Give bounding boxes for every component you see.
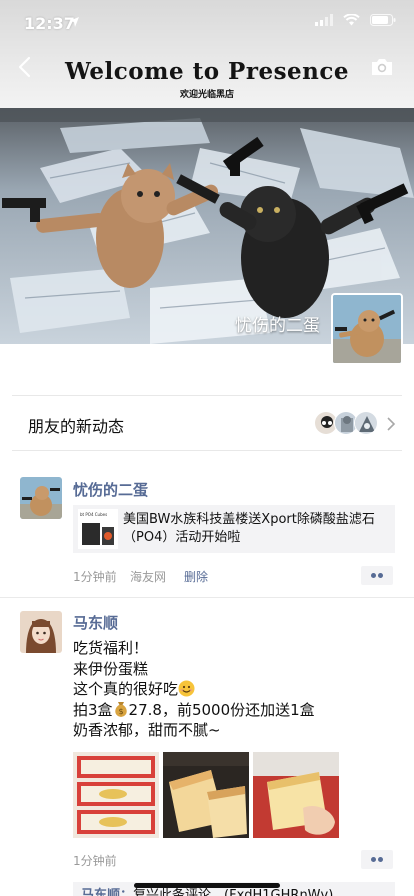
shared-link-title: 美国BW水族科技盖楼送Xport除磷酸盐滤石（PO4）活动开始啦	[123, 512, 375, 545]
post-text-line: 奶香浓郁，甜而不腻~	[73, 721, 221, 740]
smile-emoji-icon	[178, 680, 195, 697]
post-text-segment: 拍3盒	[73, 700, 113, 719]
signal-icon	[315, 14, 333, 26]
home-indicator[interactable]	[134, 883, 280, 888]
post-photo[interactable]	[253, 752, 339, 838]
post-photo[interactable]	[163, 752, 249, 838]
more-dots-icon[interactable]	[361, 850, 393, 869]
post-divider	[0, 597, 414, 598]
brand-title: Welcome to Presence	[64, 58, 350, 85]
friend-avatar	[354, 411, 378, 435]
post-text: 吃货福利！ 来伊份蛋糕 这个真的很好吃 拍3盒 $27.8，前5000份还加送1盒…	[73, 638, 403, 741]
post-timestamp: 1分钟前	[73, 570, 117, 584]
post-timestamp: 1分钟前	[73, 854, 117, 868]
post-text-segment: 这个真的很好吃	[73, 680, 179, 699]
money-bag-emoji-icon: $	[114, 701, 127, 717]
post-text-line-with-emoji: 这个真的很好吃	[73, 679, 403, 700]
shared-link-card[interactable]: bt PO4 Cubes 美国BW水族科技盖楼送Xport除磷酸盐滤石（PO4）…	[73, 505, 395, 553]
chevron-right-icon	[387, 417, 396, 431]
post-source[interactable]: 海友网	[130, 568, 166, 585]
location-arrow-icon	[69, 17, 79, 27]
post-author-name[interactable]: 忧伤的二蛋	[73, 479, 148, 500]
wifi-icon	[343, 14, 360, 26]
friends-updates-label: 朋友的新动态	[28, 417, 125, 436]
post-avatar[interactable]	[20, 477, 62, 519]
status-bar: 12:37	[0, 0, 414, 46]
delete-post-button[interactable]: 删除	[184, 568, 208, 585]
friends-updates-row[interactable]: 朋友的新动态	[12, 395, 402, 451]
brand-subtitle: 欢迎光临黑店	[179, 90, 234, 100]
friends-updates-avatars	[314, 411, 378, 437]
post-author-name[interactable]: 马东顺	[73, 612, 118, 633]
post-text-line: 来伊份蛋糕	[73, 659, 149, 678]
shared-link-thumbnail: bt PO4 Cubes	[78, 509, 118, 549]
post-avatar[interactable]	[20, 611, 62, 653]
cover-avatar[interactable]	[331, 293, 403, 365]
post-text-segment: 27.8，前5000份还加送1盒	[128, 700, 315, 719]
post-photo[interactable]	[73, 752, 159, 838]
moments-header: 12:37 Welcome to Presence 欢迎光临黑店	[0, 0, 414, 108]
svg-text:$: $	[118, 707, 123, 716]
post-text-line-with-emoji: 拍3盒 $27.8，前5000份还加送1盒	[73, 700, 403, 721]
comment-text: 复兴此条评论，(FxdH1GHRnWv)	[133, 888, 334, 896]
battery-icon	[370, 14, 396, 26]
more-dots-icon[interactable]	[361, 566, 393, 585]
cover-user-name: 忧伤的二蛋	[235, 316, 320, 336]
post-text-line: 吃货福利！	[73, 639, 149, 657]
camera-icon[interactable]	[370, 57, 394, 77]
status-icons	[315, 14, 396, 26]
comment-author[interactable]: 马东顺：	[81, 888, 133, 896]
